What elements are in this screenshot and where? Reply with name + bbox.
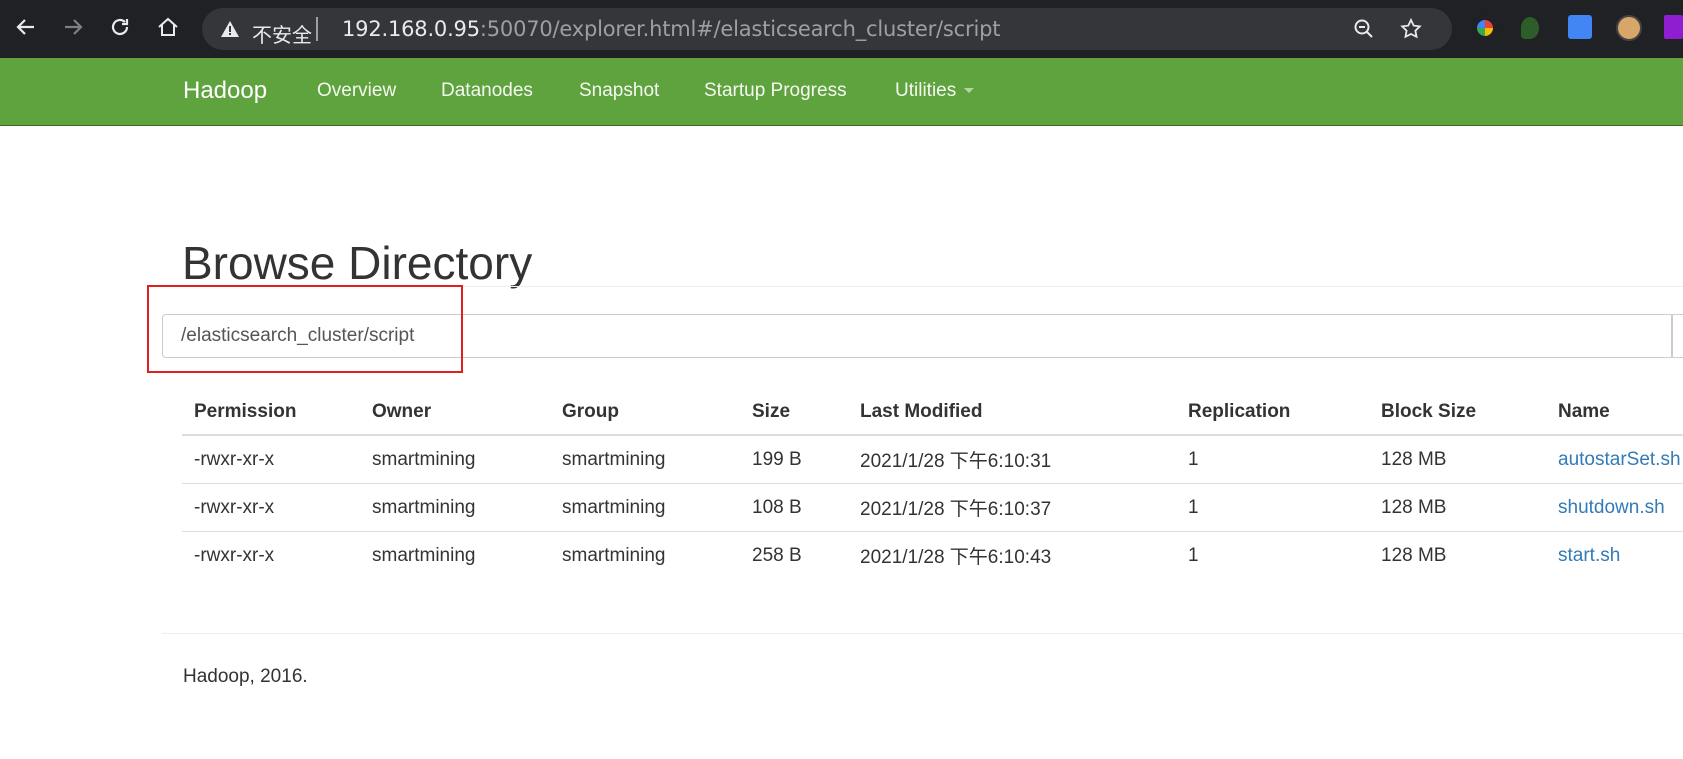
nav-utilities-label: Utilities — [895, 80, 957, 101]
home-icon[interactable] — [152, 11, 184, 43]
cell-name: shutdown.sh — [1546, 483, 1683, 532]
address-bar[interactable]: 不安全 192.168.0.95:50070/explorer.html#/el… — [202, 8, 1452, 50]
back-icon[interactable] — [10, 11, 42, 43]
table-header-row: Permission Owner Group Size Last Modifie… — [182, 390, 1683, 436]
file-link[interactable]: start.sh — [1558, 545, 1620, 566]
cell-last-modified: 2021/1/28 下午6:10:43 — [860, 547, 1052, 568]
file-link[interactable]: shutdown.sh — [1558, 497, 1665, 518]
cell-last-modified: 2021/1/28 下午6:10:37 — [848, 483, 1176, 532]
cell-replication: 1 — [1176, 483, 1369, 532]
col-owner[interactable]: Owner — [360, 390, 550, 436]
nav-datanodes[interactable]: Datanodes — [441, 80, 533, 102]
col-block-size[interactable]: Block Size — [1369, 390, 1546, 436]
cell-block-size: 128 MB — [1369, 435, 1546, 484]
navbar: Hadoop Overview Datanodes Snapshot Start… — [0, 58, 1683, 126]
cell-block-size: 128 MB — [1381, 544, 1447, 566]
insecure-label[interactable]: 不安全 — [252, 19, 312, 48]
cell-owner: smartmining — [360, 483, 550, 532]
title-divider — [162, 286, 1683, 287]
cell-permission[interactable]: -rwxr-xr-x — [182, 532, 360, 580]
url-host: 192.168.0.95 — [342, 17, 480, 41]
purple-extension-icon[interactable] — [1664, 15, 1683, 39]
cell-group: smartmining — [550, 483, 740, 532]
col-name[interactable]: Name — [1546, 390, 1683, 436]
cell-size: 108 B — [740, 483, 848, 532]
col-last-modified[interactable]: Last Modified — [848, 390, 1176, 436]
directory-table: Permission Owner Group Size Last Modifie… — [182, 390, 1683, 579]
table-row: -rwxr-xr-x smartmining smartmining 199 B… — [182, 435, 1683, 484]
face-extension-icon[interactable] — [1616, 15, 1642, 41]
cell-permission[interactable]: -rwxr-xr-x — [182, 483, 360, 532]
page-title: Browse Directory — [182, 236, 533, 289]
forward-icon[interactable] — [57, 11, 89, 43]
caret-down-icon — [964, 88, 975, 94]
cell-size: 258 B — [752, 544, 802, 566]
cell-group: smartmining — [562, 544, 666, 566]
file-link[interactable]: autostarSet.sh — [1558, 449, 1681, 470]
zoom-icon[interactable] — [1352, 17, 1376, 46]
col-replication[interactable]: Replication — [1176, 390, 1369, 436]
navbar-brand[interactable]: Hadoop — [183, 77, 267, 105]
nav-startup-progress[interactable]: Startup Progress — [704, 80, 847, 102]
cell-last-modified: 2021/1/28 下午6:10:31 — [848, 435, 1176, 484]
col-group[interactable]: Group — [550, 390, 740, 436]
url-path: :50070/explorer.html#/elasticsearch_clus… — [479, 17, 1001, 41]
table-row: -rwxr-xr-x smartmining smartmining 258 B… — [182, 532, 1683, 580]
browser-toolbar: 不安全 192.168.0.95:50070/explorer.html#/el… — [0, 0, 1683, 58]
cell-group: smartmining — [550, 435, 740, 484]
bookmark-star-icon[interactable] — [1399, 17, 1423, 46]
translate-extension-icon[interactable] — [1568, 15, 1592, 39]
directory-path-input[interactable] — [162, 314, 1672, 358]
go-button[interactable] — [1672, 314, 1683, 358]
url-divider — [316, 17, 318, 41]
footer-text: Hadoop, 2016. — [183, 666, 308, 687]
warning-icon[interactable] — [220, 19, 240, 44]
nav-overview[interactable]: Overview — [317, 80, 396, 102]
cell-name: autostarSet.sh — [1546, 435, 1683, 484]
table-row: -rwxr-xr-x smartmining smartmining 108 B… — [182, 483, 1683, 532]
nav-snapshot[interactable]: Snapshot — [579, 80, 659, 102]
leaf-extension-icon[interactable] — [1521, 17, 1539, 39]
reload-icon[interactable] — [104, 11, 136, 43]
cell-replication: 1 — [1188, 544, 1199, 566]
cell-name: start.sh — [1546, 532, 1683, 580]
cell-block-size: 128 MB — [1369, 483, 1546, 532]
cell-permission[interactable]: -rwxr-xr-x — [182, 435, 360, 484]
cell-size: 199 B — [740, 435, 848, 484]
cell-owner: smartmining — [360, 435, 550, 484]
col-size[interactable]: Size — [740, 390, 848, 436]
url-text[interactable]: 192.168.0.95:50070/explorer.html#/elasti… — [342, 17, 1000, 41]
color-picker-extension-icon[interactable] — [1472, 15, 1498, 41]
nav-utilities[interactable]: Utilities — [895, 80, 975, 102]
cell-owner: smartmining — [372, 544, 476, 566]
footer-divider — [162, 633, 1683, 634]
col-permission[interactable]: Permission — [182, 390, 360, 436]
cell-replication: 1 — [1176, 435, 1369, 484]
